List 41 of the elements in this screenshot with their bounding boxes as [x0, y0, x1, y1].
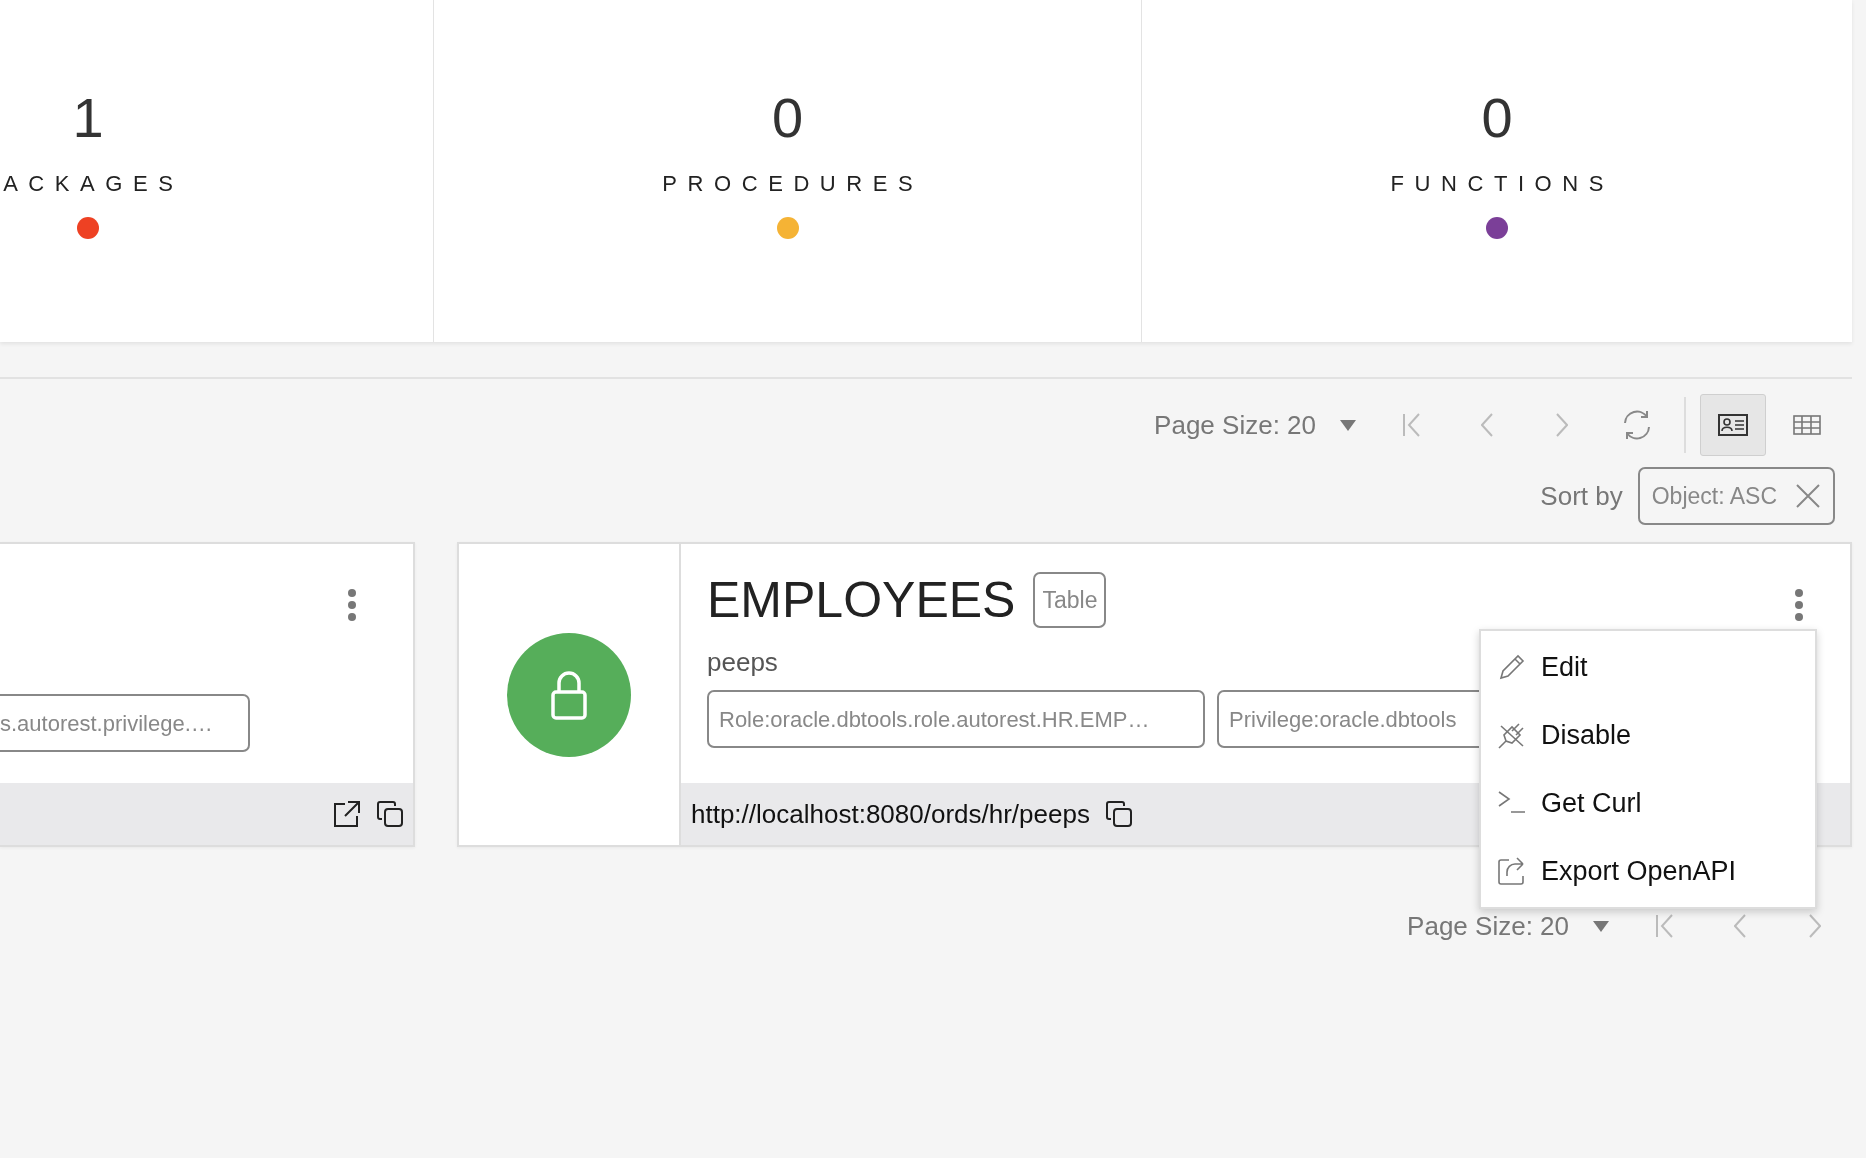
stat-label: ACKAGES — [3, 170, 184, 198]
tag-chip: Role:oracle.dbtools.role.autorest.HR.EMP… — [707, 690, 1205, 748]
stat-label: PROCEDURES — [662, 170, 924, 198]
stat-count: 0 — [771, 85, 804, 151]
lock-icon — [551, 669, 587, 720]
stat-count: 1 — [72, 85, 104, 151]
export-icon — [1497, 856, 1527, 886]
object-subtitle: peeps — [707, 646, 778, 678]
endpoint-url: http://localhost:8080/ords/hr/peeps — [691, 797, 1090, 831]
page-size-dropdown[interactable]: Page Size: 20 — [1389, 906, 1627, 946]
copy-icon — [377, 801, 403, 827]
object-title: EMPLOYEES — [707, 571, 1016, 630]
close-icon — [1795, 483, 1821, 509]
chevron-right-icon — [1555, 413, 1568, 437]
tag-chip: s.autorest.privilege.… — [0, 694, 250, 752]
copy-button[interactable] — [1105, 801, 1132, 827]
caret-icon — [1340, 419, 1356, 431]
kebab-menu-icon — [1794, 588, 1804, 622]
chevron-right-icon — [1808, 914, 1821, 938]
pencil-icon — [1497, 652, 1527, 682]
sort-label: Sort by — [1540, 479, 1623, 513]
menu-item[interactable]: Get Curl — [1481, 769, 1815, 837]
copy-icon — [1105, 801, 1132, 827]
kebab-menu-icon — [347, 588, 357, 622]
id-card-icon — [1718, 414, 1748, 436]
copy-button[interactable] — [377, 801, 403, 827]
chevron-left-icon — [1480, 413, 1493, 437]
plug-icon — [1497, 720, 1527, 750]
card-view-button[interactable] — [1700, 394, 1766, 456]
table-icon — [1793, 415, 1821, 435]
menu-item[interactable]: Export OpenAPI — [1481, 837, 1815, 905]
page-size-dropdown[interactable]: Page Size: 20 — [1136, 405, 1374, 445]
first-page-icon — [1403, 413, 1420, 437]
type-badge: Table — [1033, 572, 1107, 628]
chevron-left-icon — [1733, 914, 1746, 938]
first-page-icon — [1656, 914, 1673, 938]
stat-label: FUNCTIONS — [1390, 170, 1614, 198]
open-link-button[interactable] — [333, 800, 361, 828]
caret-icon — [1593, 920, 1609, 932]
stat-count: 0 — [1481, 85, 1513, 151]
external-link-icon — [333, 800, 361, 828]
